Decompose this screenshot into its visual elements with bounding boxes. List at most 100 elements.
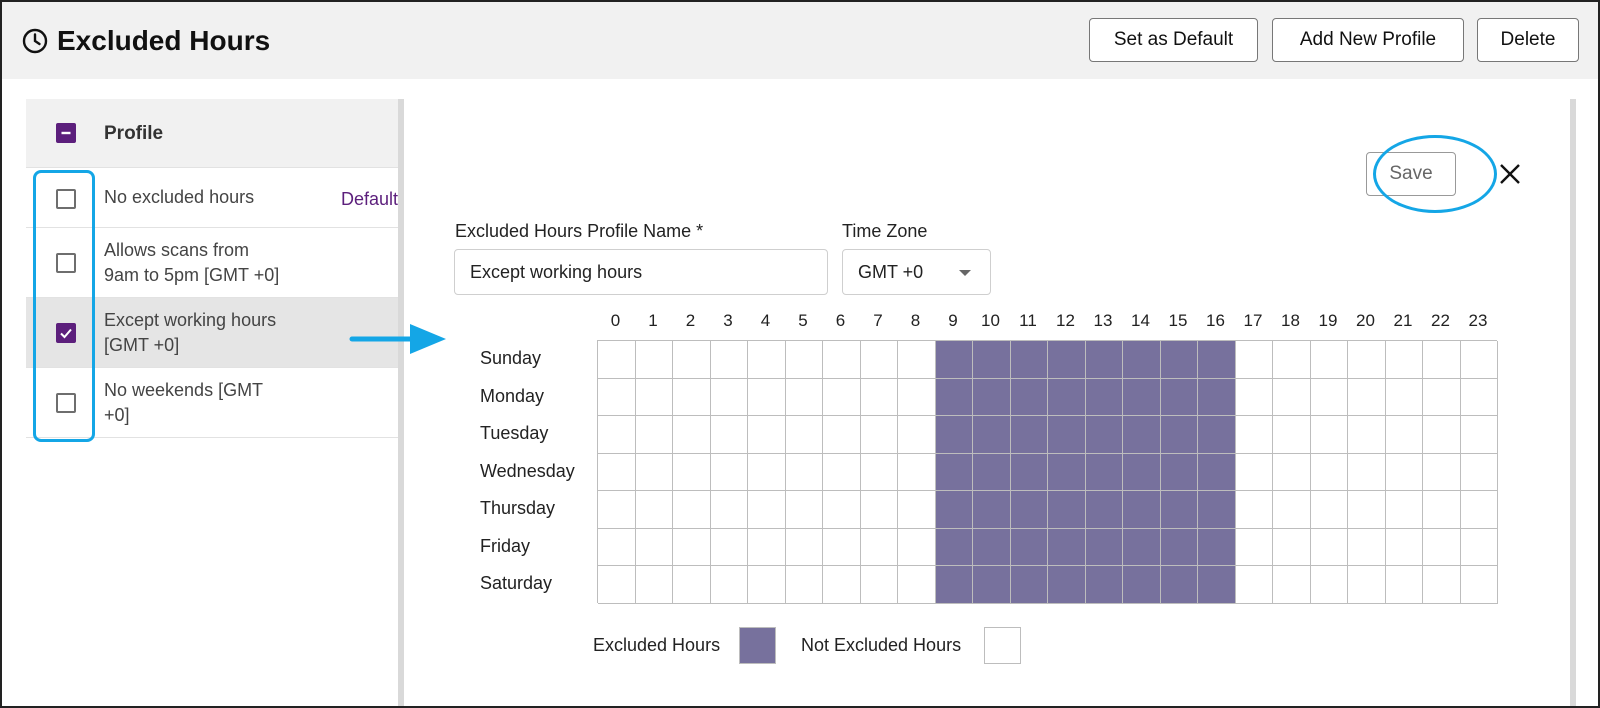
hour-cell[interactable] xyxy=(823,453,861,491)
excluded-hour-cell[interactable] xyxy=(935,378,973,416)
excluded-hour-cell[interactable] xyxy=(1085,453,1123,491)
excluded-hour-cell[interactable] xyxy=(1198,416,1236,454)
hour-cell[interactable] xyxy=(710,453,748,491)
hour-cell[interactable] xyxy=(635,378,673,416)
excluded-hour-cell[interactable] xyxy=(1160,528,1198,566)
hour-cell[interactable] xyxy=(1460,341,1498,379)
hour-cell[interactable] xyxy=(785,341,823,379)
excluded-hour-cell[interactable] xyxy=(1010,453,1048,491)
hour-cell[interactable] xyxy=(785,566,823,604)
excluded-hour-cell[interactable] xyxy=(1160,566,1198,604)
hour-cell[interactable] xyxy=(1460,528,1498,566)
excluded-hour-cell[interactable] xyxy=(1085,528,1123,566)
hour-cell[interactable] xyxy=(710,378,748,416)
hour-cell[interactable] xyxy=(598,341,636,379)
add-new-profile-button[interactable]: Add New Profile xyxy=(1272,18,1464,62)
excluded-hour-cell[interactable] xyxy=(1085,416,1123,454)
hour-cell[interactable] xyxy=(598,453,636,491)
hour-cell[interactable] xyxy=(635,453,673,491)
excluded-hour-cell[interactable] xyxy=(1048,491,1086,529)
hour-cell[interactable] xyxy=(1460,378,1498,416)
hour-cell[interactable] xyxy=(823,566,861,604)
excluded-hour-cell[interactable] xyxy=(1123,453,1161,491)
excluded-hour-cell[interactable] xyxy=(1048,528,1086,566)
hour-cell[interactable] xyxy=(1235,453,1273,491)
excluded-hour-cell[interactable] xyxy=(973,341,1011,379)
hour-cell[interactable] xyxy=(1235,416,1273,454)
hour-cell[interactable] xyxy=(1310,566,1348,604)
hour-cell[interactable] xyxy=(1235,491,1273,529)
hour-cell[interactable] xyxy=(1310,453,1348,491)
hour-cell[interactable] xyxy=(1460,453,1498,491)
excluded-hour-cell[interactable] xyxy=(1085,566,1123,604)
excluded-hour-cell[interactable] xyxy=(1048,416,1086,454)
hour-cell[interactable] xyxy=(598,566,636,604)
excluded-hour-cell[interactable] xyxy=(1160,453,1198,491)
hour-cell[interactable] xyxy=(898,416,936,454)
hour-cell[interactable] xyxy=(1348,416,1386,454)
excluded-hour-cell[interactable] xyxy=(1048,341,1086,379)
hour-cell[interactable] xyxy=(598,378,636,416)
hour-cell[interactable] xyxy=(673,491,711,529)
delete-button[interactable]: Delete xyxy=(1477,18,1579,62)
excluded-hour-cell[interactable] xyxy=(1160,416,1198,454)
hour-cell[interactable] xyxy=(748,491,786,529)
hour-cell[interactable] xyxy=(1385,416,1423,454)
hour-cell[interactable] xyxy=(1423,378,1461,416)
excluded-hour-cell[interactable] xyxy=(1085,341,1123,379)
hour-cell[interactable] xyxy=(1273,416,1311,454)
hour-cell[interactable] xyxy=(898,341,936,379)
hour-cell[interactable] xyxy=(1348,453,1386,491)
hour-cell[interactable] xyxy=(710,528,748,566)
hour-cell[interactable] xyxy=(785,528,823,566)
hour-cell[interactable] xyxy=(1423,341,1461,379)
excluded-hour-cell[interactable] xyxy=(935,453,973,491)
hour-cell[interactable] xyxy=(823,416,861,454)
hour-cell[interactable] xyxy=(860,566,898,604)
hour-cell[interactable] xyxy=(1423,453,1461,491)
hour-cell[interactable] xyxy=(785,378,823,416)
excluded-hour-cell[interactable] xyxy=(1048,378,1086,416)
excluded-hour-cell[interactable] xyxy=(1198,491,1236,529)
hour-cell[interactable] xyxy=(710,566,748,604)
excluded-hour-cell[interactable] xyxy=(935,341,973,379)
hour-cell[interactable] xyxy=(673,341,711,379)
hour-cell[interactable] xyxy=(1235,341,1273,379)
excluded-hour-cell[interactable] xyxy=(973,528,1011,566)
hour-cell[interactable] xyxy=(898,566,936,604)
hour-cell[interactable] xyxy=(598,491,636,529)
hour-cell[interactable] xyxy=(1423,528,1461,566)
excluded-hour-cell[interactable] xyxy=(935,491,973,529)
hour-cell[interactable] xyxy=(748,453,786,491)
excluded-hour-cell[interactable] xyxy=(1123,341,1161,379)
hour-cell[interactable] xyxy=(898,491,936,529)
hour-cell[interactable] xyxy=(1273,491,1311,529)
hour-cell[interactable] xyxy=(598,528,636,566)
hour-cell[interactable] xyxy=(635,416,673,454)
hour-cell[interactable] xyxy=(1385,378,1423,416)
hour-cell[interactable] xyxy=(673,378,711,416)
hour-cell[interactable] xyxy=(860,341,898,379)
excluded-hour-cell[interactable] xyxy=(1010,528,1048,566)
excluded-hour-cell[interactable] xyxy=(1010,491,1048,529)
hour-cell[interactable] xyxy=(1273,341,1311,379)
hour-cell[interactable] xyxy=(1460,566,1498,604)
hour-cell[interactable] xyxy=(1310,378,1348,416)
excluded-hour-cell[interactable] xyxy=(1198,566,1236,604)
hour-cell[interactable] xyxy=(1310,341,1348,379)
hour-cell[interactable] xyxy=(1273,566,1311,604)
hour-cell[interactable] xyxy=(1235,378,1273,416)
excluded-hour-cell[interactable] xyxy=(1123,416,1161,454)
hour-cell[interactable] xyxy=(1423,566,1461,604)
hour-cell[interactable] xyxy=(1460,416,1498,454)
hour-cell[interactable] xyxy=(1385,341,1423,379)
excluded-hour-cell[interactable] xyxy=(1160,491,1198,529)
excluded-hour-cell[interactable] xyxy=(1085,378,1123,416)
hour-cell[interactable] xyxy=(673,416,711,454)
excluded-hour-cell[interactable] xyxy=(1010,378,1048,416)
hour-cell[interactable] xyxy=(860,491,898,529)
set-as-default-button[interactable]: Set as Default xyxy=(1089,18,1258,62)
hour-cell[interactable] xyxy=(823,341,861,379)
hour-cell[interactable] xyxy=(748,378,786,416)
excluded-hour-cell[interactable] xyxy=(1123,528,1161,566)
